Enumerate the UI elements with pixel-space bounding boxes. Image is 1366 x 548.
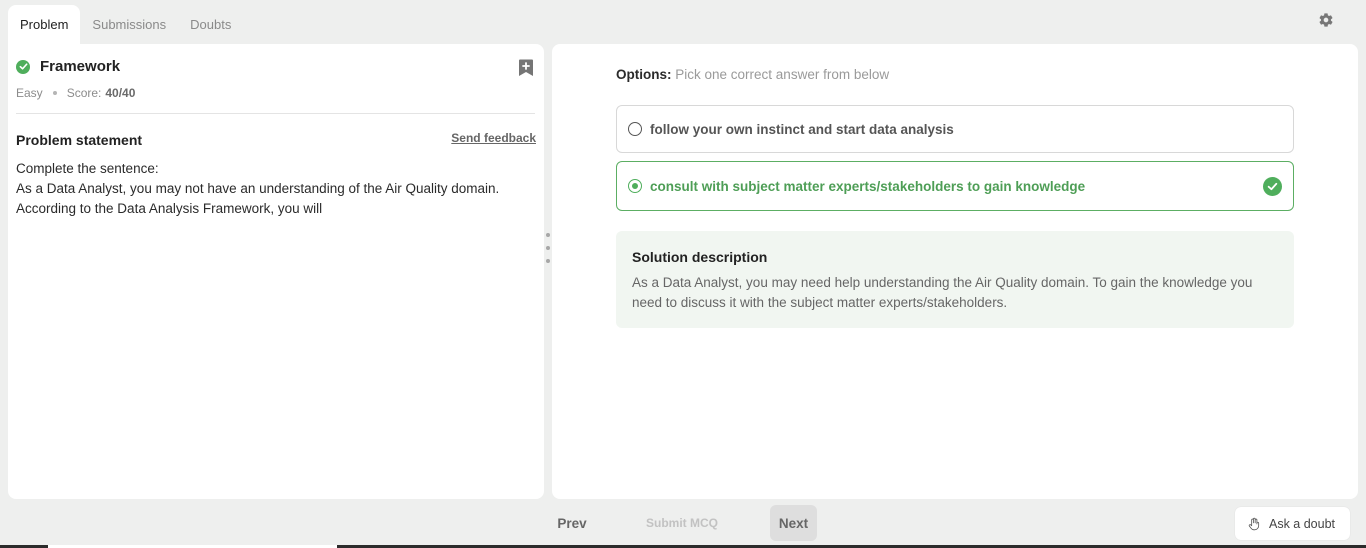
ask-doubt-label: Ask a doubt bbox=[1269, 516, 1336, 531]
send-feedback-link[interactable]: Send feedback bbox=[451, 131, 536, 145]
options-label: Options: Pick one correct answer from be… bbox=[616, 67, 889, 82]
correct-check-icon bbox=[1263, 177, 1282, 196]
tab-doubts[interactable]: Doubts bbox=[178, 5, 243, 44]
score-value: 40/40 bbox=[105, 86, 136, 100]
solution-title: Solution description bbox=[632, 249, 768, 265]
handle-dot bbox=[546, 246, 550, 250]
answer-panel: Options: Pick one correct answer from be… bbox=[552, 44, 1358, 499]
radio-button-selected[interactable] bbox=[628, 179, 642, 193]
difficulty-label: Easy bbox=[16, 86, 43, 100]
problem-title-row: Framework bbox=[16, 58, 120, 75]
handle-dot bbox=[546, 233, 550, 237]
next-button[interactable]: Next bbox=[770, 505, 817, 541]
radio-dot bbox=[632, 183, 638, 189]
option-2[interactable]: consult with subject matter experts/stak… bbox=[616, 161, 1294, 211]
solution-box: Solution description As a Data Analyst, … bbox=[616, 231, 1294, 328]
bookmark-plus-icon[interactable] bbox=[518, 59, 534, 77]
radio-button[interactable] bbox=[628, 122, 642, 136]
hand-icon bbox=[1248, 517, 1260, 530]
handle-dot bbox=[546, 259, 550, 263]
options-heading: Options: bbox=[616, 67, 672, 82]
problem-statement-heading: Problem statement bbox=[16, 132, 143, 148]
divider bbox=[16, 113, 535, 114]
statement-line-2: As a Data Analyst, you may not have an u… bbox=[16, 181, 500, 216]
panel-resize-handle[interactable] bbox=[545, 233, 551, 263]
solution-body: As a Data Analyst, you may need help und… bbox=[632, 275, 1253, 310]
tab-bar: Problem Submissions Doubts bbox=[8, 5, 243, 44]
option-1[interactable]: follow your own instinct and start data … bbox=[616, 105, 1294, 153]
check-circle-icon bbox=[16, 59, 30, 74]
ask-doubt-button[interactable]: Ask a doubt bbox=[1235, 507, 1350, 540]
tab-problem[interactable]: Problem bbox=[8, 5, 81, 44]
prev-button[interactable]: Prev bbox=[544, 505, 600, 541]
separator-dot bbox=[52, 91, 57, 95]
statement-line-1: Complete the sentence: bbox=[16, 161, 159, 176]
problem-title: Framework bbox=[40, 58, 121, 75]
problem-statement-body: Complete the sentence: As a Data Analyst… bbox=[16, 159, 516, 219]
option-2-text: consult with subject matter experts/stak… bbox=[650, 178, 1086, 194]
gear-icon[interactable] bbox=[1318, 12, 1334, 28]
option-1-text: follow your own instinct and start data … bbox=[650, 121, 954, 137]
score-label: Score: bbox=[66, 86, 102, 100]
submit-mcq-button[interactable]: Submit MCQ bbox=[636, 505, 728, 541]
tab-submissions[interactable]: Submissions bbox=[80, 5, 178, 44]
problem-meta: Easy Score: 40/40 bbox=[16, 86, 135, 100]
options-hint: Pick one correct answer from below bbox=[675, 67, 890, 82]
problem-panel: Framework Easy Score: 40/40 Problem stat… bbox=[8, 44, 544, 499]
